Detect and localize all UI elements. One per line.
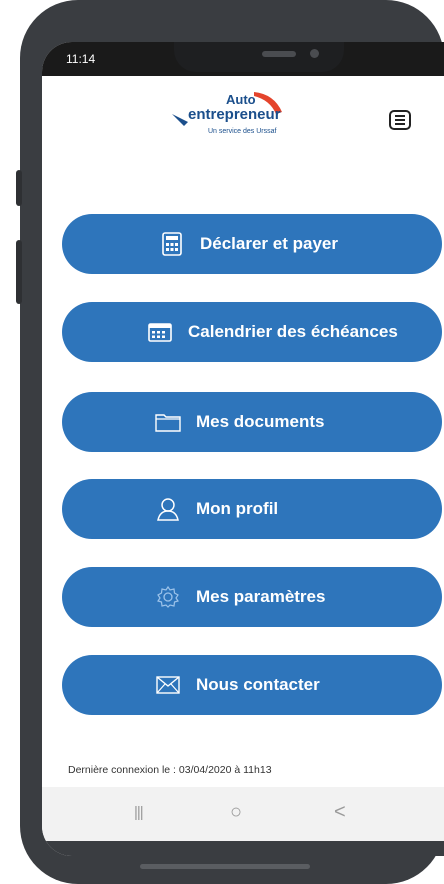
last-login-text: Dernière connexion le : 03/04/2020 à 11h…: [68, 764, 272, 776]
app-header: Auto entrepreneur Un service des Urssaf: [42, 76, 444, 164]
hamburger-icon-line: [395, 119, 405, 121]
status-time: 11:14: [66, 52, 96, 66]
back-button[interactable]: <: [334, 801, 346, 824]
speaker-grille: [262, 51, 296, 57]
hamburger-menu-button[interactable]: [389, 110, 411, 130]
phone-notch: [174, 42, 344, 72]
home-button[interactable]: ○: [230, 801, 242, 824]
declare-and-pay-label: Déclarer et payer: [200, 234, 338, 253]
app-screen: 11:14 Auto entrepreneur Un service des U…: [42, 42, 444, 856]
contact-us-label: Nous contacter: [196, 675, 320, 694]
hamburger-icon-line: [395, 123, 405, 125]
logo-text-entrepreneur: entrepreneur: [188, 106, 281, 123]
envelope-icon: [154, 671, 182, 699]
my-settings-label: Mes paramètres: [196, 587, 326, 606]
screen-bottom-bezel: [42, 841, 444, 856]
my-documents-button[interactable]: Mes documents: [62, 392, 442, 452]
logo-tagline: Un service des Urssaf: [208, 128, 277, 135]
phone-side-button: [16, 240, 22, 304]
calculator-icon: [158, 230, 186, 258]
folder-icon: [154, 408, 182, 436]
status-bar: 11:14: [42, 42, 444, 76]
calendar-icon: [146, 318, 174, 346]
home-indicator: [140, 864, 310, 869]
contact-us-button[interactable]: Nous contacter: [62, 655, 442, 715]
my-settings-button[interactable]: Mes paramètres: [62, 567, 442, 627]
my-documents-label: Mes documents: [196, 412, 325, 431]
gear-icon: [154, 583, 182, 611]
declare-and-pay-button[interactable]: Déclarer et payer: [62, 214, 442, 274]
android-navigation-bar: ||| ○ <: [42, 787, 444, 841]
user-icon: [154, 495, 182, 523]
autoentrepreneur-logo[interactable]: Auto entrepreneur Un service des Urssaf: [170, 88, 320, 152]
due-dates-calendar-button[interactable]: Calendrier des échéances: [62, 302, 442, 362]
recents-button[interactable]: |||: [134, 804, 144, 821]
my-profile-button[interactable]: Mon profil: [62, 479, 442, 539]
phone-side-button: [16, 170, 22, 206]
hamburger-icon-line: [395, 115, 405, 117]
due-dates-calendar-label: Calendrier des échéances: [188, 322, 398, 341]
logo-text-auto: Auto: [226, 92, 256, 107]
front-camera: [310, 49, 319, 58]
my-profile-label: Mon profil: [196, 499, 279, 518]
